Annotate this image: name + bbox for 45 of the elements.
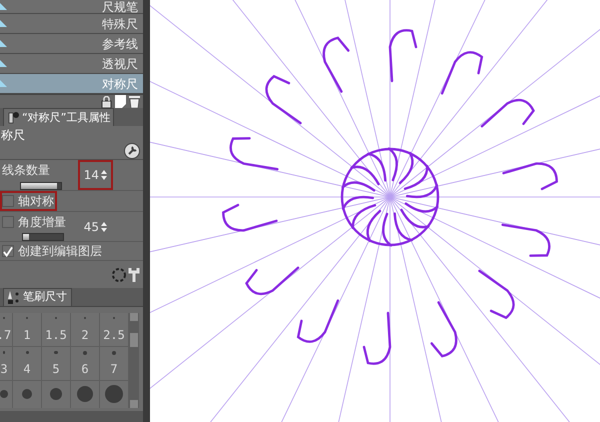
ruler-list-item[interactable]: 尺规笔: [0, 0, 143, 14]
brush-icon: [8, 290, 20, 304]
brush-size-cell[interactable]: 2.5: [100, 312, 129, 347]
ruler-icon: [0, 60, 7, 67]
reset-icon[interactable]: [111, 266, 127, 283]
property-label: 线条数量: [2, 162, 51, 179]
brush-size-cell[interactable]: [13, 380, 42, 408]
scrollbar[interactable]: [129, 312, 139, 408]
brush-size-cell[interactable]: 4: [13, 346, 42, 381]
number-spinner[interactable]: 14: [78, 160, 113, 190]
brush-size-cell[interactable]: [0, 380, 13, 408]
brush-size-cell[interactable]: .7: [0, 312, 13, 347]
brush-size-cell[interactable]: [100, 380, 129, 408]
checkbox[interactable]: [2, 216, 14, 228]
property-label: 角度增量: [18, 214, 66, 231]
ruler-icon: [0, 40, 7, 47]
brush-size-cell[interactable]: 3: [0, 346, 13, 381]
slider-track[interactable]: [20, 182, 62, 190]
spin-arrows-icon[interactable]: [101, 222, 107, 232]
tool-property-tab[interactable]: “对称尺”工具属性: [3, 108, 114, 126]
ruler-icon: [0, 20, 7, 27]
lock-icon[interactable]: [101, 96, 112, 108]
brush-size-cell[interactable]: 6: [71, 346, 100, 381]
ruler-list-item[interactable]: 对称尺: [0, 74, 143, 94]
brush-size-cell[interactable]: [42, 380, 71, 408]
number-spinner[interactable]: 45: [78, 212, 113, 242]
brush-size-cell[interactable]: [71, 380, 100, 408]
brush-size-tab[interactable]: 笔刷尺寸: [3, 288, 72, 306]
ruler-icon: [0, 80, 7, 87]
brush-size-cell[interactable]: 1: [13, 312, 42, 347]
slider-fill[interactable]: [21, 182, 57, 189]
spin-arrows-icon[interactable]: [101, 170, 107, 180]
new-page-icon[interactable]: [115, 95, 126, 108]
checkbox-label: 创建到编辑图层: [18, 243, 102, 260]
checkbox[interactable]: [2, 195, 14, 208]
ruler-icon: [0, 3, 7, 10]
brush-size-cell[interactable]: 5: [42, 346, 71, 381]
brush-size-cell[interactable]: 2: [71, 312, 100, 347]
checkbox[interactable]: [2, 245, 14, 258]
brush-size-cell[interactable]: 1.5: [42, 312, 71, 347]
checkbox-option[interactable]: 轴对称: [0, 191, 57, 212]
trash-icon[interactable]: [129, 95, 140, 108]
slider-track[interactable]: [22, 232, 64, 241]
slider-fill[interactable]: [23, 234, 29, 240]
brush-size-cell[interactable]: 7: [100, 346, 129, 381]
